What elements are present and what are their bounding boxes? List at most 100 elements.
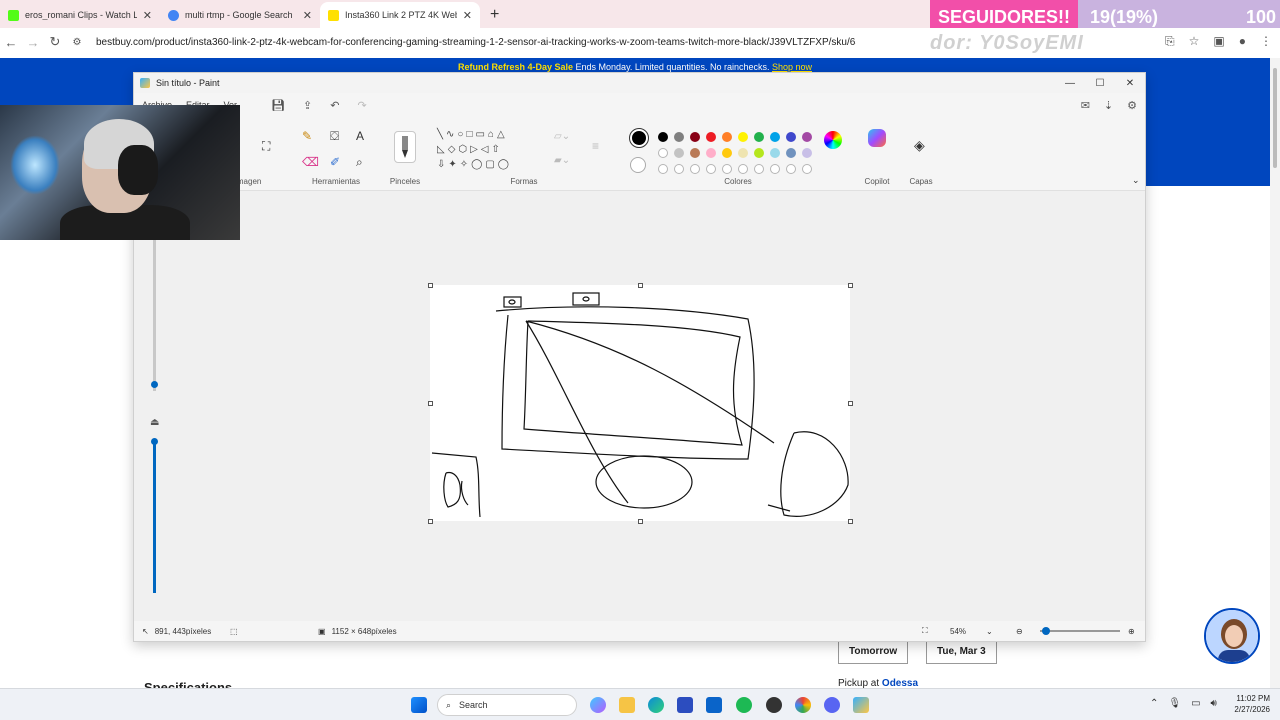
custom-color-slot[interactable] xyxy=(690,164,700,174)
fit-to-window-icon[interactable]: ⛶ xyxy=(922,626,928,636)
zoom-in-icon[interactable]: ⊕ xyxy=(1128,627,1135,636)
outlook-icon[interactable] xyxy=(706,697,722,713)
resize-handle[interactable] xyxy=(638,519,643,524)
copilot-icon[interactable] xyxy=(868,129,886,150)
tab-bestbuy[interactable]: Insta360 Link 2 PTZ 4K Webcam ✕ xyxy=(320,2,480,28)
edit-colors-icon[interactable] xyxy=(824,131,842,152)
brush-selector-button[interactable] xyxy=(394,131,416,163)
color-swatch[interactable] xyxy=(658,148,668,158)
color-swatch[interactable] xyxy=(802,148,812,158)
custom-color-slot[interactable] xyxy=(674,164,684,174)
shop-now-link[interactable]: Shop now xyxy=(772,62,812,72)
color-swatch[interactable] xyxy=(786,148,796,158)
resize-handle[interactable] xyxy=(848,519,853,524)
shape-fill-icon[interactable]: ▰⌄ xyxy=(554,155,570,166)
zoom-level-select[interactable]: 54% ⌄ xyxy=(950,627,993,636)
page-scrollbar[interactable] xyxy=(1270,58,1280,688)
color-swatch[interactable] xyxy=(738,148,748,158)
network-icon[interactable]: ▭ xyxy=(1191,698,1200,709)
start-icon[interactable] xyxy=(411,697,427,713)
maximize-icon[interactable]: ☐ xyxy=(1085,78,1115,89)
discord-icon[interactable] xyxy=(824,697,840,713)
custom-color-slot[interactable] xyxy=(754,164,764,174)
undo-icon[interactable]: ↶ xyxy=(330,99,339,112)
brush-size-thumb[interactable] xyxy=(151,381,158,388)
primary-color-swatch[interactable] xyxy=(629,128,649,148)
color-swatch[interactable] xyxy=(722,132,732,142)
resize-handle[interactable] xyxy=(428,401,433,406)
tab-google-search[interactable]: multi rtmp - Google Search ✕ xyxy=(160,2,320,28)
color-swatch[interactable] xyxy=(706,132,716,142)
color-swatch[interactable] xyxy=(722,148,732,158)
image-rotate-icon[interactable]: ⛶ xyxy=(262,139,270,154)
secondary-color-swatch[interactable] xyxy=(630,157,646,173)
pencil-icon[interactable]: ✎ xyxy=(302,129,312,143)
share-icon[interactable]: ⎘ xyxy=(1165,34,1175,49)
color-swatch[interactable] xyxy=(770,148,780,158)
collapse-ribbon-icon[interactable]: ⌄ xyxy=(1132,175,1140,186)
custom-color-slot[interactable] xyxy=(722,164,732,174)
color-swatch[interactable] xyxy=(802,132,812,142)
site-info-icon[interactable]: ⚙ xyxy=(66,37,88,48)
color-swatch[interactable] xyxy=(738,132,748,142)
chrome-icon[interactable] xyxy=(795,697,811,713)
zoom-slider-thumb[interactable] xyxy=(1042,627,1050,635)
spotify-icon[interactable] xyxy=(736,697,752,713)
color-swatch[interactable] xyxy=(754,132,764,142)
url-field[interactable]: bestbuy.com/product/insta360-link-2-ptz-… xyxy=(96,37,856,48)
resize-handle[interactable] xyxy=(848,283,853,288)
profile-icon[interactable]: ● xyxy=(1239,34,1246,49)
minimize-icon[interactable]: — xyxy=(1055,78,1085,89)
microphone-icon[interactable]: 🎙︎ xyxy=(1168,698,1181,709)
taskbar-clock[interactable]: 11:02 PM 2/27/2026 xyxy=(1226,693,1270,715)
custom-color-slot[interactable] xyxy=(802,164,812,174)
close-tab-icon[interactable]: ✕ xyxy=(463,9,472,22)
reload-icon[interactable]: ↻ xyxy=(44,34,66,50)
close-icon[interactable]: ✕ xyxy=(1115,78,1145,89)
scrollbar-thumb[interactable] xyxy=(1273,68,1277,168)
color-swatch[interactable] xyxy=(754,148,764,158)
taskbar-search[interactable]: ⌕ Search xyxy=(437,694,577,716)
resize-handle[interactable] xyxy=(428,519,433,524)
chat-assistant-avatar[interactable] xyxy=(1204,608,1260,664)
share-icon[interactable]: ⇪ xyxy=(303,99,312,112)
color-swatch[interactable] xyxy=(658,132,668,142)
paint-taskbar-icon[interactable] xyxy=(853,697,869,713)
new-tab-button[interactable]: + xyxy=(480,2,509,28)
custom-color-slot[interactable] xyxy=(786,164,796,174)
eraser-icon[interactable]: ⌫ xyxy=(302,155,319,169)
color-swatch[interactable] xyxy=(674,132,684,142)
store-icon[interactable] xyxy=(677,697,693,713)
color-swatch[interactable] xyxy=(786,132,796,142)
opacity-slider[interactable] xyxy=(153,441,156,593)
layers-icon[interactable]: ◈ xyxy=(914,137,925,154)
obs-icon[interactable] xyxy=(766,697,782,713)
zoom-slider[interactable] xyxy=(1040,627,1120,635)
settings-gear-icon[interactable]: ⚙ xyxy=(1127,99,1137,112)
date-option-tomorrow[interactable]: Tomorrow xyxy=(838,640,909,664)
color-swatch[interactable] xyxy=(706,148,716,158)
custom-color-slot[interactable] xyxy=(770,164,780,174)
color-swatch[interactable] xyxy=(770,132,780,142)
forward-icon[interactable]: → xyxy=(22,35,44,50)
zoom-out-icon[interactable]: ⊖ xyxy=(1016,627,1023,636)
custom-color-slot[interactable] xyxy=(706,164,716,174)
shape-outline-icon[interactable]: ▱⌄ xyxy=(554,131,570,142)
tray-chevron-icon[interactable]: ⌃ xyxy=(1150,698,1158,709)
shapes-gallery[interactable]: ╲∿○□▭⌂△ ◺◇⬡▷◁⇧ ⇩✦✧◯▢◯ xyxy=(437,127,537,172)
account-icon[interactable]: ⇣ xyxy=(1104,99,1113,112)
close-tab-icon[interactable]: ✕ xyxy=(143,9,152,22)
color-swatch[interactable] xyxy=(690,132,700,142)
color-swatch[interactable] xyxy=(690,148,700,158)
color-swatch[interactable] xyxy=(674,148,684,158)
resize-handle[interactable] xyxy=(428,283,433,288)
close-tab-icon[interactable]: ✕ xyxy=(303,9,312,22)
save-icon[interactable]: 💾︎ xyxy=(271,99,285,112)
magnifier-icon[interactable]: ⌕ xyxy=(356,155,363,170)
back-icon[interactable]: ← xyxy=(0,35,22,50)
copilot-taskbar-icon[interactable] xyxy=(590,697,606,713)
feedback-icon[interactable]: ✉ xyxy=(1081,99,1090,112)
color-picker-icon[interactable]: ✐ xyxy=(330,155,340,169)
date-option-tue[interactable]: Tue, Mar 3 xyxy=(926,640,997,664)
tab-kick-clips[interactable]: eros_romani Clips - Watch Live ✕ xyxy=(0,2,160,28)
